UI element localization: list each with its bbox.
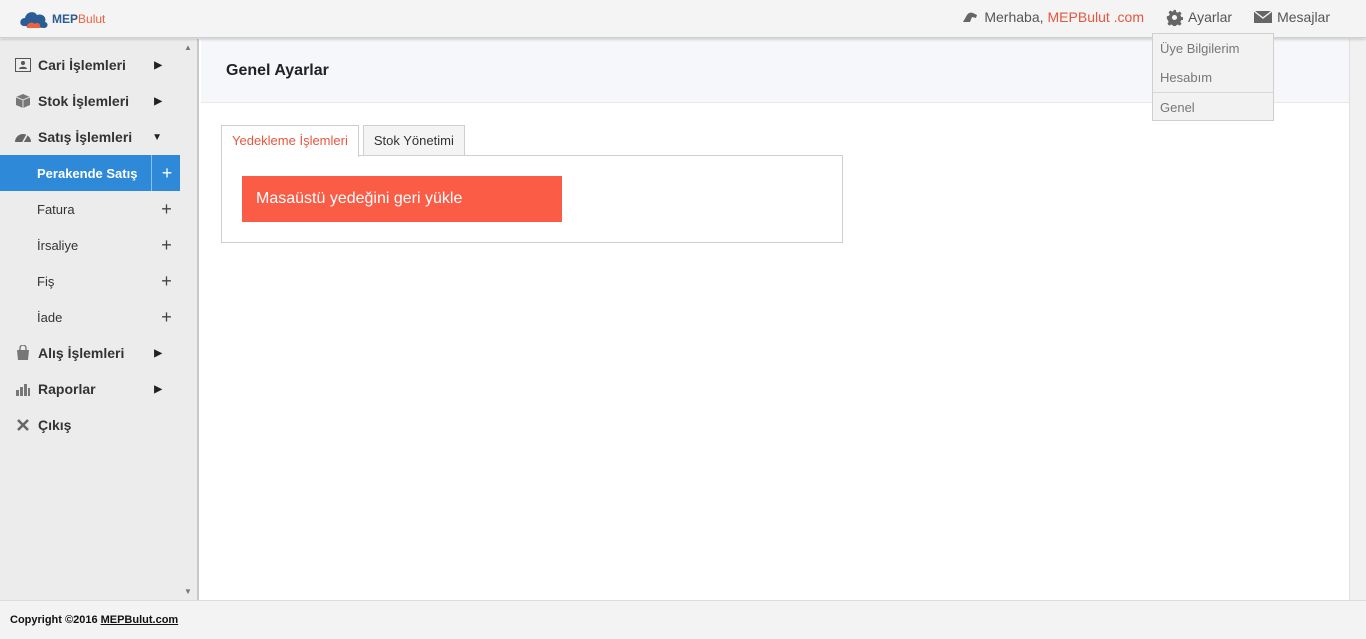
add-plus-icon[interactable]: + (151, 155, 182, 191)
close-icon (14, 417, 32, 433)
tab-backup[interactable]: Yedekleme İşlemleri (221, 125, 359, 157)
brand-name: MEPBulut (52, 12, 106, 26)
footer-site-link[interactable]: MEPBulut.com (101, 614, 179, 626)
scroll-down-arrow-icon[interactable]: ▼ (184, 587, 192, 596)
sidebar-subitem-fatura[interactable]: Fatura + (0, 191, 182, 227)
scroll-up-arrow-icon[interactable]: ▲ (184, 43, 192, 52)
page-title: Genel Ayarlar (226, 61, 329, 79)
settings-menu-button[interactable]: Ayarlar (1166, 9, 1232, 26)
tab-stock-management[interactable]: Stok Yönetimi (362, 125, 465, 156)
brand-logo[interactable]: MEPBulut (18, 4, 105, 34)
caret-right-icon: ▶ (154, 347, 162, 359)
messages-button[interactable]: Mesajlar (1254, 9, 1330, 25)
envelope-icon (1254, 10, 1273, 23)
copyright-text: Copyright ©2016 (10, 614, 98, 626)
sidebar-subitem-fis[interactable]: Fiş + (0, 263, 182, 299)
user-name[interactable]: MEPBulut .com (1048, 9, 1144, 25)
caret-right-icon: ▶ (154, 383, 162, 395)
sidebar-menu: Cari İşlemleri ▶ Stok İşlemleri ▶ Satış … (0, 47, 182, 443)
cloud-logo-icon (20, 12, 48, 28)
sidebar-subitem-label: Fatura (37, 201, 75, 217)
sidebar-subitem-label: Fiş (37, 273, 55, 289)
dashboard-icon (14, 129, 32, 145)
sidebar-item-label: Cari İşlemleri (38, 57, 126, 73)
sidebar-subitem-label: İade (37, 309, 63, 325)
settings-label: Ayarlar (1188, 9, 1233, 25)
box-icon (14, 93, 32, 109)
add-plus-icon[interactable]: + (151, 263, 182, 299)
settings-dropdown: Üye Bilgilerim Hesabım Genel (1152, 33, 1274, 121)
add-plus-icon[interactable]: + (151, 227, 182, 263)
main-content: Genel Ayarlar Yedekleme İşlemleri Stok Y… (201, 39, 1349, 600)
user-greeting[interactable]: Merhaba, MEPBulut .com (961, 9, 1144, 25)
tab-panel-backup: Masaüstü yedeğini geri yükle (221, 155, 843, 243)
dropdown-item-general[interactable]: Genel (1153, 93, 1273, 122)
add-plus-icon[interactable]: + (151, 191, 182, 227)
caret-right-icon: ▶ (154, 59, 162, 71)
sidebar-scrollbar[interactable]: ▲ ▼ (180, 39, 197, 600)
sidebar-item-label: Stok İşlemleri (38, 93, 130, 109)
gear-icon (1166, 9, 1183, 26)
caret-down-icon: ▼ (152, 131, 162, 143)
sidebar-subitem-label: İrsaliye (37, 237, 79, 253)
add-plus-icon[interactable]: + (151, 299, 182, 335)
restore-backup-button[interactable]: Masaüstü yedeğini geri yükle (242, 176, 562, 222)
sidebar-subitem-irsaliye[interactable]: İrsaliye + (0, 227, 182, 263)
footer: Copyright ©2016 MEPBulut.com (0, 600, 1366, 639)
sidebar-item-label: Çıkış (38, 417, 72, 433)
dropdown-item-account[interactable]: Hesabım (1153, 63, 1273, 92)
messages-label: Mesajlar (1277, 9, 1330, 25)
contact-card-icon (14, 57, 32, 73)
shopping-bag-icon (14, 345, 32, 361)
sidebar-subitem-label: Perakende Satış (37, 165, 138, 181)
sidebar-item-label: Satış İşlemleri (38, 129, 133, 145)
settings-tabs: Yedekleme İşlemleri Stok Yönetimi (221, 125, 469, 157)
sidebar-item-cikis[interactable]: Çıkış (0, 407, 182, 443)
sidebar-item-satis[interactable]: Satış İşlemleri ▼ (0, 119, 182, 155)
sidebar-subitem-iade[interactable]: İade + (0, 299, 182, 335)
sidebar-item-stok[interactable]: Stok İşlemleri ▶ (0, 83, 182, 119)
page-scrollbar[interactable] (1349, 39, 1366, 600)
sidebar-item-label: Alış İşlemleri (38, 345, 125, 361)
sidebar-item-raporlar[interactable]: Raporlar ▶ (0, 371, 182, 407)
sidebar-item-label: Raporlar (38, 381, 96, 397)
dropdown-item-profile[interactable]: Üye Bilgilerim (1153, 34, 1273, 63)
sidebar: Cari İşlemleri ▶ Stok İşlemleri ▶ Satış … (0, 39, 199, 600)
user-hand-icon (963, 12, 978, 22)
sidebar-item-cari[interactable]: Cari İşlemleri ▶ (0, 47, 182, 83)
sidebar-item-alis[interactable]: Alış İşlemleri ▶ (0, 335, 182, 371)
bar-chart-icon (14, 381, 32, 397)
greeting-text: Merhaba, (984, 9, 1044, 25)
sidebar-subitem-perakende[interactable]: Perakende Satış + (0, 155, 182, 191)
caret-right-icon: ▶ (154, 95, 162, 107)
